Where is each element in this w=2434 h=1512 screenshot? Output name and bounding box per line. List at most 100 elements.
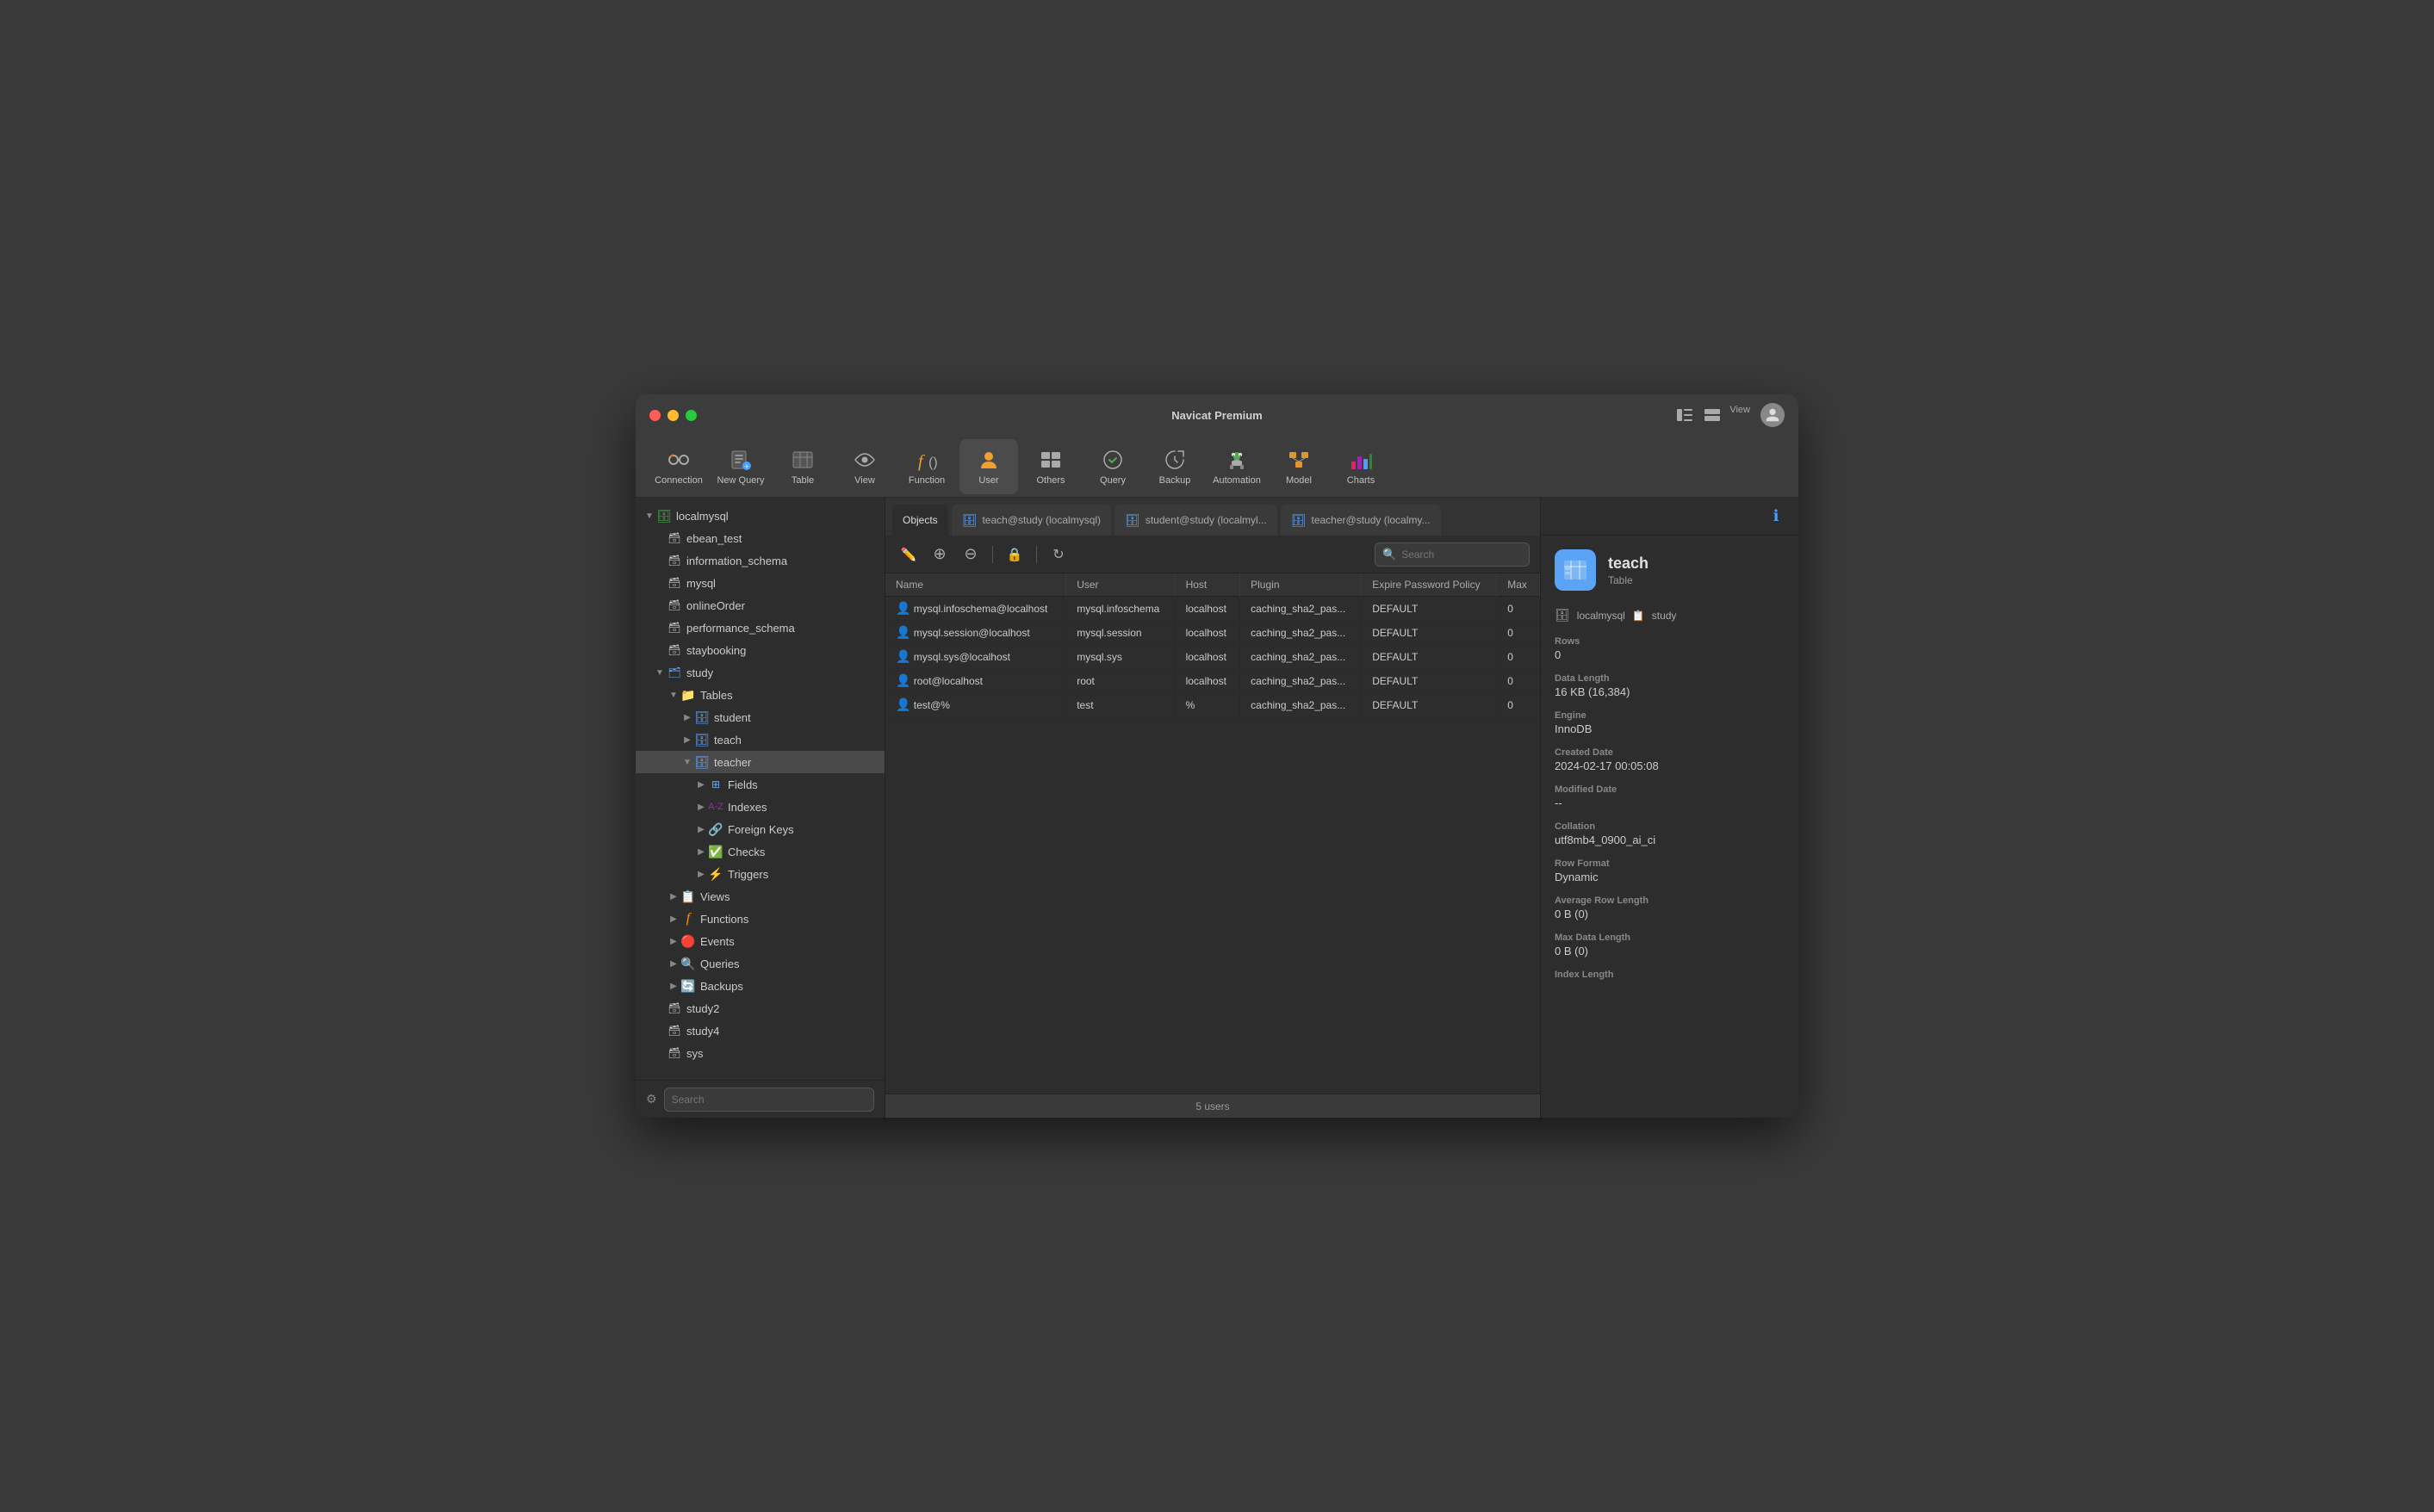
chevron-views: ▶ [667, 889, 680, 903]
sidebar-item-teach[interactable]: ▶ 🗄 teach [636, 728, 885, 751]
sidebar-item-triggers[interactable]: ▶ ⚡ Triggers [636, 863, 885, 885]
sidebar-item-fields[interactable]: ▶ ⊞ Fields [636, 773, 885, 796]
toolbar-backup[interactable]: Backup [1146, 439, 1204, 494]
avatar[interactable] [1760, 403, 1785, 427]
sidebar-item-study2[interactable]: 🗃 study2 [636, 997, 885, 1019]
refresh-button[interactable]: ↻ [1046, 542, 1071, 567]
toolbar: Connection + New Query Table View f() [636, 436, 1798, 498]
sidebar-item-sys[interactable]: 🗃 sys [636, 1042, 885, 1064]
toolbar-new-query[interactable]: + New Query [711, 439, 770, 494]
sidebar-item-mysql[interactable]: 🗃 mysql [636, 572, 885, 594]
toolbar-connection[interactable]: Connection [649, 439, 708, 494]
toolbar-charts[interactable]: Charts [1332, 439, 1390, 494]
ebean-label: ebean_test [686, 532, 742, 545]
chevron-perfschema [653, 621, 667, 635]
lock-button[interactable]: 🔒 [1002, 542, 1028, 567]
info-collation-label: Collation [1555, 821, 1785, 832]
table-row[interactable]: 👤 root@localhost root localhost caching_… [885, 669, 1540, 693]
add-button[interactable]: ⊕ [927, 542, 953, 567]
toolbar-table[interactable]: Table [773, 439, 832, 494]
sidebar-item-functions[interactable]: ▶ f Functions [636, 908, 885, 930]
charts-icon [1349, 448, 1373, 472]
info-modified-date-label: Modified Date [1555, 784, 1785, 795]
col-expire-policy: Expire Password Policy [1362, 573, 1497, 597]
toolbar-others[interactable]: Others [1021, 439, 1080, 494]
infoschema-label: information_schema [686, 555, 787, 567]
table-row[interactable]: 👤 test@% test % caching_sha2_pas... DEFA… [885, 693, 1540, 717]
toolbar-user-label: User [978, 475, 998, 486]
tab-student-study[interactable]: 🗄 student@study (localmyl... [1115, 505, 1277, 536]
sidebar-item-queries[interactable]: ▶ 🔍 Queries [636, 952, 885, 975]
toolbar-user[interactable]: User [959, 439, 1018, 494]
edit-button[interactable]: ✏️ [896, 542, 922, 567]
toolbar-function[interactable]: f() Function [897, 439, 956, 494]
onlineorder-icon: 🗃 [667, 598, 682, 613]
toolbar-connection-label: Connection [655, 475, 703, 486]
objects-search-input[interactable] [1401, 548, 1513, 561]
chevron-events: ▶ [667, 934, 680, 948]
chevron-mysql [653, 576, 667, 590]
perfschema-label: performance_schema [686, 622, 795, 635]
sidebar-item-backups[interactable]: ▶ 🔄 Backups [636, 975, 885, 997]
tab-teacher-study[interactable]: 🗄 teacher@study (localmy... [1281, 505, 1441, 536]
close-button[interactable] [649, 410, 661, 421]
sidebar-item-indexes[interactable]: ▶ A-Z Indexes [636, 796, 885, 818]
sidebar-item-performance-schema[interactable]: 🗃 performance_schema [636, 617, 885, 639]
sidebar-item-localmysql[interactable]: ▼ 🗄 localmysql [636, 505, 885, 527]
cell-expire-policy: DEFAULT [1362, 597, 1497, 621]
ebean-icon: 🗃 [667, 530, 682, 546]
info-panel: ℹ teach [1540, 498, 1798, 1118]
main-layout: ▼ 🗄 localmysql 🗃 ebean_test 🗃 informatio… [636, 498, 1798, 1118]
sidebar-search-input[interactable] [664, 1088, 874, 1112]
info-icon-button[interactable]: ℹ [1764, 505, 1788, 529]
info-object-name: teach [1608, 555, 1649, 573]
sidebar-item-tables[interactable]: ▼ 📁 Tables [636, 684, 885, 706]
triggers-icon: ⚡ [708, 866, 723, 882]
sidebar-item-onlineorder[interactable]: 🗃 onlineOrder [636, 594, 885, 617]
edit-icon: ✏️ [901, 547, 917, 562]
sidebar-item-study4[interactable]: 🗃 study4 [636, 1019, 885, 1042]
table-icon [791, 448, 815, 472]
info-database: localmysql [1577, 610, 1625, 622]
chevron-student: ▶ [680, 710, 694, 724]
info-avg-row-length: Average Row Length 0 B (0) [1555, 895, 1785, 920]
toolbar-view[interactable]: View [835, 439, 894, 494]
tab-teach-study[interactable]: 🗄 teach@study (localmysql) [952, 505, 1111, 536]
table-row[interactable]: 👤 mysql.infoschema@localhost mysql.infos… [885, 597, 1540, 621]
toolbar-automation[interactable]: Automation [1208, 439, 1266, 494]
separator-1 [992, 546, 993, 563]
sidebar-toggle-icon[interactable] [1674, 405, 1695, 425]
tab-objects-label: Objects [903, 514, 938, 526]
sidebar-item-staybooking[interactable]: 🗃 staybooking [636, 639, 885, 661]
titlebar: Navicat Premium View [636, 394, 1798, 436]
sidebar-item-teacher[interactable]: ▼ 🗄 teacher [636, 751, 885, 773]
model-icon [1287, 448, 1311, 472]
table-row[interactable]: 👤 mysql.sys@localhost mysql.sys localhos… [885, 645, 1540, 669]
sidebar-item-study[interactable]: ▼ 🗂 study [636, 661, 885, 684]
toolbar-function-label: Function [909, 475, 945, 486]
info-created-date: Created Date 2024-02-17 00:05:08 [1555, 747, 1785, 772]
info-index-length-label: Index Length [1555, 970, 1785, 980]
sidebar-item-views[interactable]: ▶ 📋 Views [636, 885, 885, 908]
users-table: Name User Host Plugin Expire Password Po… [885, 573, 1540, 1094]
sidebar-item-student[interactable]: ▶ 🗄 student [636, 706, 885, 728]
minimize-button[interactable] [667, 410, 679, 421]
info-rows: Rows 0 [1555, 636, 1785, 661]
sidebar-item-checks[interactable]: ▶ ✅ Checks [636, 840, 885, 863]
cell-user: mysql.sys [1066, 645, 1175, 669]
maximize-button[interactable] [686, 410, 697, 421]
svg-text:+: + [744, 462, 748, 471]
toolbar-query[interactable]: Query [1084, 439, 1142, 494]
sidebar-settings-icon[interactable]: ⚙ [646, 1092, 657, 1106]
table-row[interactable]: 👤 mysql.session@localhost mysql.session … [885, 621, 1540, 645]
sidebar-item-events[interactable]: ▶ 🔴 Events [636, 930, 885, 952]
info-schema: study [1652, 610, 1677, 622]
sidebar-item-information-schema[interactable]: 🗃 information_schema [636, 549, 885, 572]
toolbar-model[interactable]: Model [1270, 439, 1328, 494]
sidebar-item-foreign-keys[interactable]: ▶ 🔗 Foreign Keys [636, 818, 885, 840]
sidebar-item-ebean-test[interactable]: 🗃 ebean_test [636, 527, 885, 549]
layout-toggle-icon[interactable] [1702, 405, 1723, 425]
info-row-format-value: Dynamic [1555, 871, 1785, 883]
delete-button[interactable]: ⊖ [958, 542, 984, 567]
tab-objects[interactable]: Objects [892, 505, 948, 536]
